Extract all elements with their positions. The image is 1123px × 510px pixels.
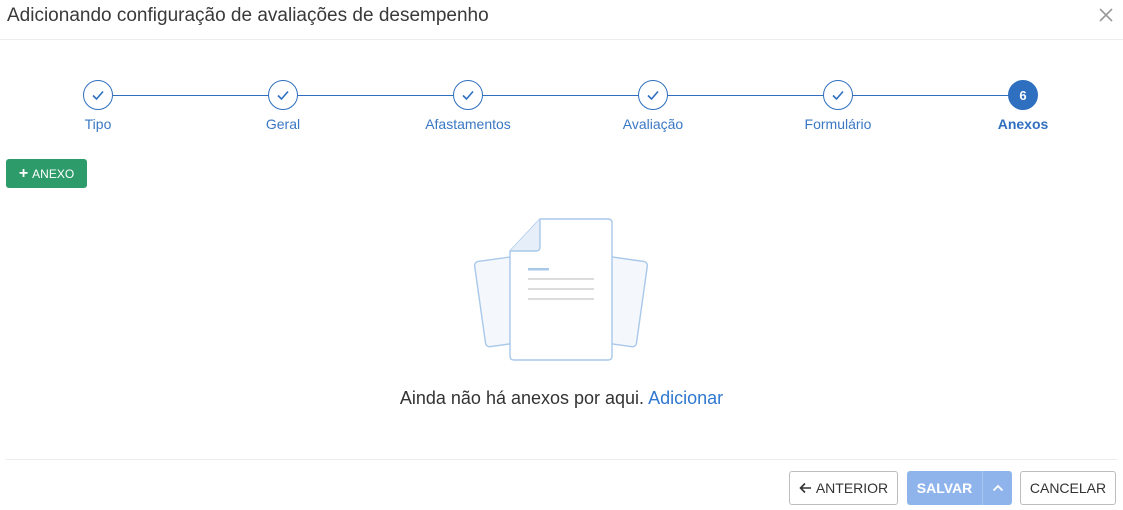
empty-state-text: Ainda não há anexos por aqui. bbox=[399, 388, 645, 408]
step-check-circle bbox=[823, 80, 853, 110]
step-check-circle bbox=[453, 80, 483, 110]
close-icon bbox=[1099, 8, 1113, 22]
arrow-left-icon bbox=[799, 482, 811, 494]
add-attachment-label: ANEXO bbox=[32, 166, 75, 181]
previous-label: ANTERIOR bbox=[815, 480, 889, 496]
stepper: Tipo Geral Afastamentos Avaliação Formul… bbox=[0, 78, 1123, 138]
check-icon bbox=[462, 90, 474, 101]
modal-header: Adicionando configuração de avaliações d… bbox=[0, 0, 1123, 40]
plus-icon: + bbox=[18, 164, 29, 182]
step-check-circle bbox=[638, 80, 668, 110]
close-button[interactable] bbox=[1097, 6, 1115, 24]
previous-button[interactable]: ANTERIOR bbox=[789, 471, 898, 505]
document-stack-icon bbox=[473, 218, 649, 361]
check-icon bbox=[647, 90, 659, 101]
step-check-circle bbox=[83, 80, 113, 110]
footer-divider bbox=[6, 459, 1117, 460]
step-number-circle: 6 bbox=[1008, 80, 1038, 110]
stepper-line bbox=[113, 95, 1023, 96]
step-label: Avaliação bbox=[622, 116, 684, 132]
save-options-button[interactable] bbox=[982, 471, 1012, 505]
check-icon bbox=[832, 90, 844, 101]
save-button[interactable]: SALVAR bbox=[907, 471, 982, 505]
chevron-up-icon bbox=[992, 484, 1003, 492]
step-label: Formulário bbox=[804, 116, 872, 132]
check-icon bbox=[277, 90, 289, 101]
check-icon bbox=[92, 90, 104, 101]
step-label: Afastamentos bbox=[425, 116, 511, 132]
modal-title: Adicionando configuração de avaliações d… bbox=[7, 5, 489, 26]
step-label: Anexos bbox=[997, 116, 1049, 132]
add-attachment-button[interactable]: + ANEXO bbox=[6, 159, 87, 188]
add-attachment-link[interactable]: Adicionar bbox=[648, 388, 723, 408]
empty-state-message: Ainda não há anexos por aqui. Adicionar bbox=[0, 388, 1123, 409]
step-check-circle bbox=[268, 80, 298, 110]
step-label: Geral bbox=[265, 116, 301, 132]
cancel-button[interactable]: CANCELAR bbox=[1020, 471, 1116, 505]
step-label: Tipo bbox=[84, 116, 112, 132]
